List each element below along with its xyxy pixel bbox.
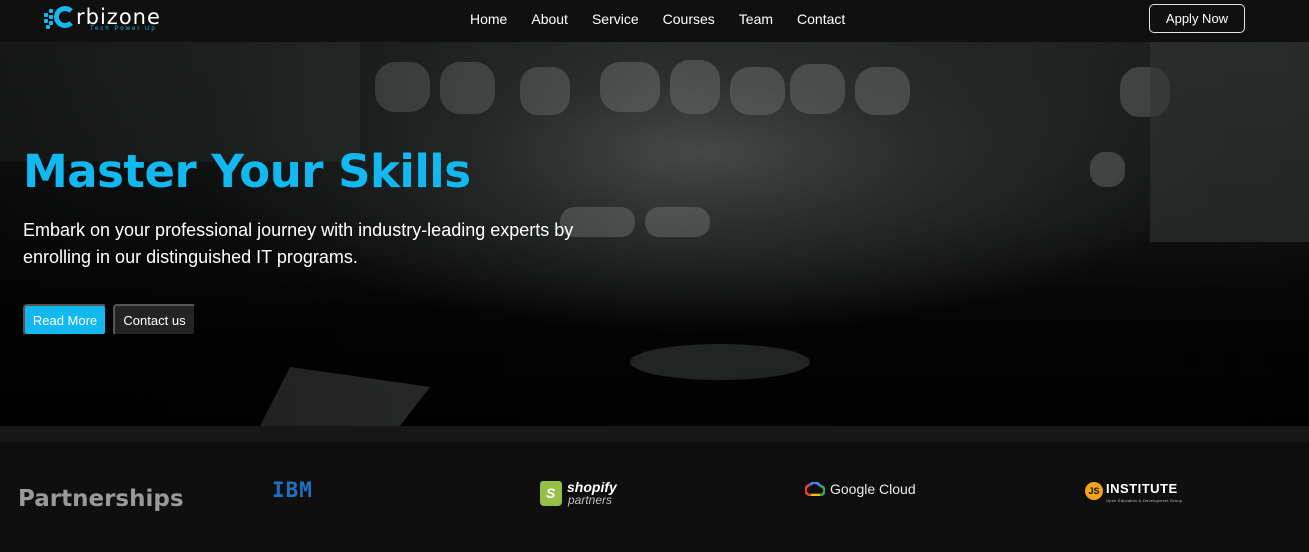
google-cloud-logo: Google Cloud <box>805 480 916 498</box>
shopify-partners-text: partners <box>568 493 613 507</box>
nav-link-home[interactable]: Home <box>470 11 507 27</box>
shopify-partners-logo: shopify partners <box>540 479 620 509</box>
google-cloud-text: Google Cloud <box>830 481 916 497</box>
brand-logo[interactable]: rbizone Tech Power Up <box>44 4 174 34</box>
nav-link-service[interactable]: Service <box>592 11 639 27</box>
section-divider <box>0 426 1309 442</box>
ibm-logo: IBM <box>272 478 313 502</box>
js-badge-icon: JS <box>1085 482 1103 500</box>
hero-section: Master Your Skills Embark on your profes… <box>0 42 1309 426</box>
partnerships-title: Partnerships <box>18 486 184 512</box>
main-nav: Home About Service Courses Team Contact <box>470 11 869 27</box>
hero-title: Master Your Skills <box>23 145 471 198</box>
nav-link-about[interactable]: About <box>531 11 568 27</box>
hero-description: Embark on your professional journey with… <box>23 220 574 267</box>
js-institute-logo: JS INSTITUTE Open Education & Developmen… <box>1085 480 1183 503</box>
js-institute-text: INSTITUTE <box>1106 480 1178 496</box>
partnerships-section: Partnerships IBM shopify partners Google… <box>0 426 1309 552</box>
logo-ring-icon <box>54 6 76 28</box>
navbar: rbizone Tech Power Up Home About Service… <box>0 0 1309 42</box>
read-more-button[interactable]: Read More <box>23 304 107 336</box>
nav-link-contact[interactable]: Contact <box>797 11 845 27</box>
shopify-bag-icon <box>540 481 562 506</box>
contact-us-button[interactable]: Contact us <box>113 304 196 336</box>
js-institute-subtext: Open Education & Development Group <box>1106 497 1183 503</box>
brand-tagline: Tech Power Up <box>90 26 157 32</box>
nav-link-team[interactable]: Team <box>739 11 773 27</box>
google-cloud-icon <box>805 482 825 496</box>
apply-now-button[interactable]: Apply Now <box>1149 4 1245 33</box>
nav-link-courses[interactable]: Courses <box>663 11 715 27</box>
